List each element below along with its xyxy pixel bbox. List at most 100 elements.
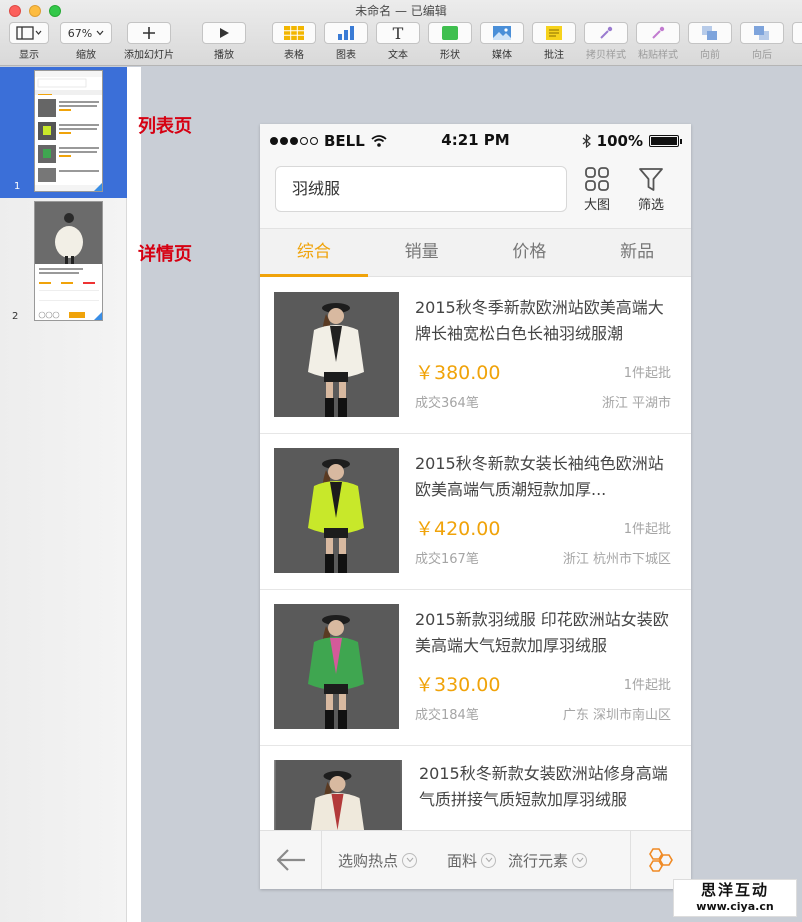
comment-label: 批注 [544,50,564,61]
text-icon: T [392,23,404,43]
table-icon [284,26,304,40]
copy-style-button[interactable]: 拷贝样式 [582,22,630,61]
filter-trend-elements[interactable]: 流行元素 [508,850,588,871]
tab-new[interactable]: 新品 [583,229,691,276]
bring-forward-icon [702,26,717,40]
grid-view-label: 大图 [583,198,610,213]
shape-button[interactable]: 形状 [428,22,472,61]
list-page-label: 列表页 [138,116,192,137]
list-item[interactable]: 2015秋冬季新款欧洲站欧美高端大牌长袖宽松白色长袖羽绒服潮 ￥380.00 1… [260,278,691,434]
filter-hot-picks-label: 选购热点 [338,851,399,870]
filter-fabric-label: 面料 [447,851,478,870]
detail-page-label: 详情页 [138,244,192,265]
phone-mockup: BELL 4:21 PM 100% 羽绒服 大图 筛选 综合 销量 价格 新品 … [260,124,691,889]
bring-forward-label: 向前 [700,50,720,61]
canvas-margin [127,67,141,922]
product-price: ￥330.00 [415,674,501,696]
slide-2-thumbnail[interactable] [34,201,103,321]
product-image [274,448,399,573]
send-backward-button[interactable]: 向后 [740,22,784,61]
minimum-order: 1件起批 [623,678,671,693]
zoom-value: 67% [67,26,93,40]
minimum-order: 1件起批 [623,366,671,381]
sales-count: 成交167笔 [415,552,479,567]
play-icon [220,28,229,38]
product-title: 2015秋冬季新款欧洲站欧美高端大牌长袖宽松白色长袖羽绒服潮 [415,298,664,343]
detail-page-preview [35,202,102,320]
site-watermark: 思洋互动 www.ciya.cn [673,879,797,917]
back-button[interactable] [260,830,322,889]
window-title: 未命名 — 已编辑 [355,4,447,18]
filter-label: 筛选 [637,198,664,213]
sales-count: 成交364笔 [415,396,479,411]
product-image [274,604,399,729]
view-button[interactable]: 显示 [8,22,50,61]
chart-button[interactable]: 图表 [324,22,368,61]
chevron-down-icon [402,852,418,868]
chart-label: 图表 [336,50,356,61]
seller-location: 浙江 平湖市 [601,396,671,411]
grid-view-button[interactable]: 大图 [575,166,619,213]
table-label: 表格 [284,50,304,61]
shape-label: 形状 [440,50,460,61]
bar-chart-icon [338,26,354,40]
filter-hot-picks[interactable]: 选购热点 [338,850,418,871]
copy-style-label: 拷贝样式 [586,50,626,61]
filter-trend-elements-label: 流行元素 [508,851,569,870]
sales-count: 成交184笔 [415,708,479,723]
product-price: ￥420.00 [415,518,501,540]
tab-price[interactable]: 价格 [476,229,584,276]
sidebar-view-icon [16,26,42,40]
product-title: 2015新款羽绒服 印花欧洲站女装欧美高端大气短款加厚羽绒服 [415,610,669,655]
table-button[interactable]: 表格 [272,22,316,61]
slide-number: 1 [14,181,21,192]
seller-location: 广东 深圳市南山区 [562,708,671,723]
shape-icon [442,26,458,40]
chevron-down-icon [572,852,588,868]
search-input[interactable]: 羽绒服 [275,166,567,212]
product-image [274,292,399,417]
paste-style-label: 粘贴样式 [638,50,678,61]
back-arrow-icon [276,849,305,871]
play-label: 播放 [214,50,234,61]
grid-icon [585,167,609,191]
sort-tabs: 综合 销量 价格 新品 [260,229,691,277]
comment-button[interactable]: 批注 [532,22,576,61]
list-item[interactable]: 2015秋冬新款女装长袖纯色欧洲站欧美高端气质潮短款加厚... ￥420.00 … [260,434,691,590]
text-label: 文本 [388,50,408,61]
filter-button[interactable]: 筛选 [629,166,673,213]
chevron-down-icon [96,30,104,36]
battery-icon [649,135,682,147]
bring-forward-button[interactable]: 向前 [688,22,732,61]
bottom-filter-bar: 选购热点 面料 流行元素 [260,830,691,889]
zoom-select[interactable]: 67% 缩放 [60,22,112,61]
paste-dropper-icon [652,26,665,39]
paste-style-button[interactable]: 粘贴样式 [634,22,682,61]
filter-fabric[interactable]: 面料 [447,850,497,871]
status-bar: BELL 4:21 PM 100% [260,124,691,158]
add-slide-button[interactable]: 添加幻灯片 [118,22,180,61]
minimum-order: 1件起批 [623,522,671,537]
product-list: 2015秋冬季新款欧洲站欧美高端大牌长袖宽松白色长袖羽绒服潮 ￥380.00 1… [260,278,691,889]
media-button[interactable]: 媒体 [480,22,524,61]
comment-icon [546,26,562,40]
play-button[interactable]: 播放 [202,22,246,61]
toolbar-overflow [792,22,802,44]
slide-navigator: 1 2 [0,67,127,922]
send-backward-label: 向后 [752,50,772,61]
image-icon [493,26,511,40]
chevron-down-icon [481,852,497,868]
zoom-label: 缩放 [76,50,96,61]
product-price: ￥380.00 [415,362,501,384]
list-item[interactable]: 2015新款羽绒服 印花欧洲站女装欧美高端大气短款加厚羽绒服 ￥330.00 1… [260,590,691,746]
text-button[interactable]: T 文本 [376,22,420,61]
slide-1-thumbnail[interactable] [34,70,103,192]
media-label: 媒体 [492,50,512,61]
tab-comprehensive[interactable]: 综合 [260,229,368,277]
watermark-url: www.ciya.cn [696,900,774,913]
product-title: 2015秋冬新款女装长袖纯色欧洲站欧美高端气质潮短款加厚... [415,454,664,499]
eyedropper-icon [600,26,613,39]
tab-sales[interactable]: 销量 [368,229,476,276]
watermark-brand: 思洋互动 [700,881,769,899]
view-label: 显示 [19,50,39,61]
